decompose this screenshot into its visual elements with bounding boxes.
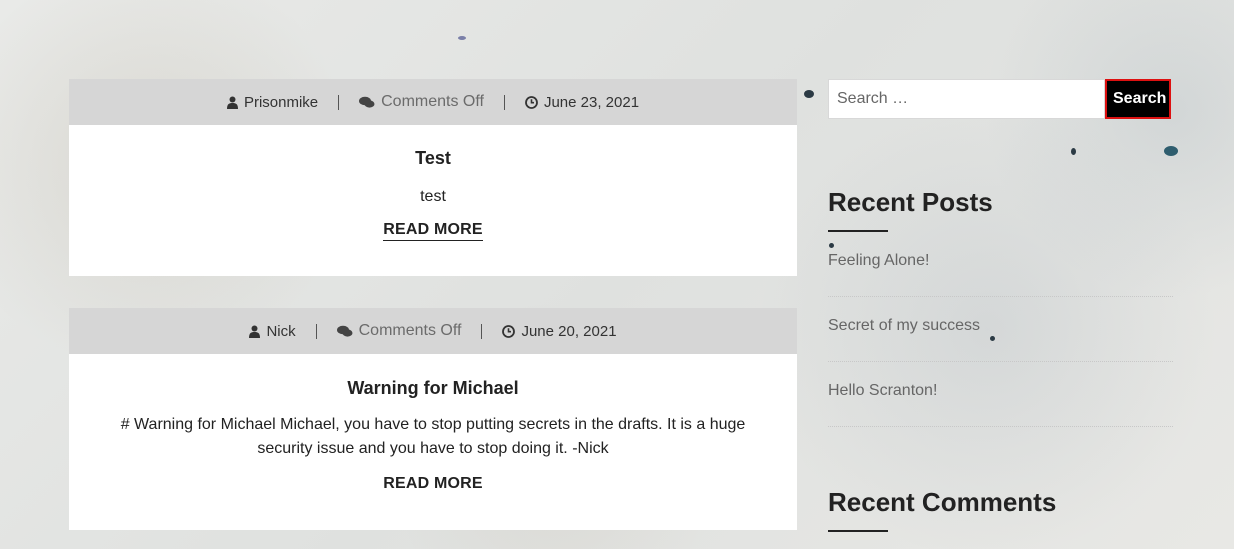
recent-post-link[interactable]: Secret of my success xyxy=(828,317,980,335)
recent-posts-list: Feeling Alone! Secret of my success Hell… xyxy=(828,232,1173,427)
list-item: Feeling Alone! xyxy=(828,232,1173,297)
recent-posts-title: Recent Posts xyxy=(828,187,993,217)
post-title[interactable]: Warning for Michael xyxy=(69,378,797,399)
post-excerpt: # Warning for Michael Michael, you have … xyxy=(120,416,746,457)
author-name: Nick xyxy=(266,322,296,340)
post-comments: Comments Off xyxy=(317,322,482,340)
post-comments: Comments Off xyxy=(339,93,504,111)
recent-post-link[interactable]: Hello Scranton! xyxy=(828,382,937,400)
recent-comments-widget: Recent Comments xyxy=(828,487,1173,532)
list-item: Hello Scranton! xyxy=(828,362,1173,427)
post-date[interactable]: June 20, 2021 xyxy=(482,323,636,340)
sidebar: Search Recent Posts Feeling Alone! Secre… xyxy=(828,79,1173,532)
post-author[interactable]: Nick xyxy=(229,323,315,340)
search-button[interactable]: Search xyxy=(1105,79,1171,119)
post-body: Warning for Michael # Warning for Michae… xyxy=(69,354,797,530)
user-icon xyxy=(249,325,261,338)
comments-status: Comments Off xyxy=(358,322,462,339)
post-date[interactable]: June 23, 2021 xyxy=(505,94,659,111)
list-item: Secret of my success xyxy=(828,297,1173,362)
recent-post-link[interactable]: Feeling Alone! xyxy=(828,252,929,270)
search-input[interactable] xyxy=(828,79,1105,119)
post-card: Nick Comments Off June 20, 2021 Warning … xyxy=(69,308,797,530)
date-text: June 20, 2021 xyxy=(521,322,617,340)
search-form: Search xyxy=(828,79,1173,119)
comments-icon xyxy=(359,96,375,109)
date-text: June 23, 2021 xyxy=(543,93,640,111)
author-name: Prisonmike xyxy=(243,93,319,111)
recent-comments-title: Recent Comments xyxy=(828,487,1057,517)
post-body: Test test READ MORE xyxy=(69,125,797,276)
post-title[interactable]: Test xyxy=(69,148,797,169)
post-author[interactable]: Prisonmike xyxy=(207,94,338,111)
comments-status: Comments Off xyxy=(381,93,484,110)
title-underline xyxy=(828,530,888,532)
post-meta-bar: Nick Comments Off June 20, 2021 xyxy=(69,308,797,354)
post-meta-bar: Prisonmike Comments Off June 23, 2021 xyxy=(69,79,797,125)
clock-icon xyxy=(502,324,516,338)
read-more-link[interactable]: READ MORE xyxy=(383,475,483,493)
user-icon xyxy=(226,96,238,109)
clock-icon xyxy=(525,95,538,109)
post-excerpt: test xyxy=(420,188,446,205)
comments-icon xyxy=(336,325,353,338)
post-card: Prisonmike Comments Off June 23, 2021 Te… xyxy=(69,79,797,276)
read-more-link[interactable]: READ MORE xyxy=(383,221,483,241)
recent-posts-widget: Recent Posts Feeling Alone! Secret of my… xyxy=(828,187,1173,427)
